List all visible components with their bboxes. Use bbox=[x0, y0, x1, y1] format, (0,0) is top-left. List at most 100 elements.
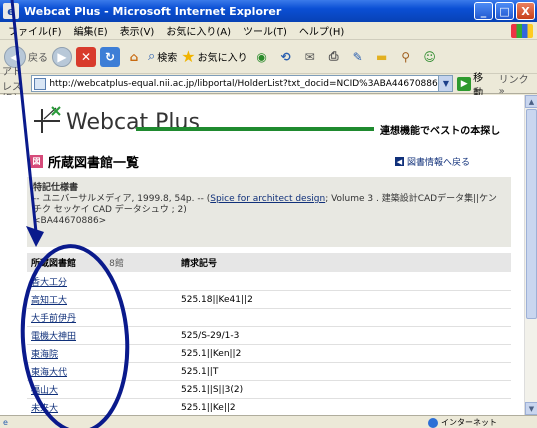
library-link[interactable]: 東海院 bbox=[31, 350, 58, 360]
menu-bar: ファイル(F) 編集(E) 表示(V) お気に入り(A) ツール(T) ヘルプ(… bbox=[0, 22, 537, 40]
library-link[interactable]: 電機大神田 bbox=[31, 332, 76, 342]
page-title: 図 所蔵図書館一覧 bbox=[30, 152, 139, 171]
favorites-button[interactable]: ★ お気に入り bbox=[181, 47, 247, 66]
edit-icon[interactable]: ✎ bbox=[348, 47, 368, 67]
tagline: 連想機能でベストの本探し bbox=[380, 126, 501, 137]
security-zone: インターネット bbox=[428, 417, 497, 428]
windows-logo-icon bbox=[511, 24, 533, 38]
call-number: 525.1||Ke||2 bbox=[177, 398, 511, 415]
table-row: 未来大 525.1||Ke||2 bbox=[27, 398, 511, 415]
menu-file[interactable]: ファイル(F) bbox=[2, 23, 68, 38]
table-row: 香大工分 bbox=[27, 272, 511, 291]
search-icon: ⌕ bbox=[148, 49, 156, 64]
status-bar: e インターネット bbox=[0, 415, 537, 428]
vertical-scrollbar[interactable]: ▲ ▼ bbox=[524, 95, 537, 415]
chevron-down-icon[interactable]: ▼ bbox=[438, 76, 453, 91]
call-number: 525.1||Ken||2 bbox=[177, 344, 511, 363]
tagline-bar bbox=[136, 127, 374, 131]
holdings-table: 所蔵図書館 8館 請求記号 香大工分 高知工大 525.18||Ke41||2 大… bbox=[27, 253, 511, 415]
scroll-down-icon[interactable]: ▼ bbox=[525, 402, 537, 415]
folder-icon[interactable]: ▬ bbox=[372, 47, 392, 67]
col-library: 所蔵図書館 8館 bbox=[27, 253, 177, 273]
call-number: 525.1||T bbox=[177, 362, 511, 381]
col-callno: 請求記号 bbox=[177, 253, 511, 273]
address-bar: アドレス(D) http://webcatplus-equal.nii.ac.j… bbox=[0, 67, 537, 104]
research-icon[interactable]: ⚲ bbox=[396, 47, 416, 67]
menu-view[interactable]: 表示(V) bbox=[114, 23, 161, 38]
media-icon[interactable]: ◉ bbox=[252, 47, 272, 67]
page-icon bbox=[34, 77, 47, 90]
table-row: 大手前伊丹 bbox=[27, 308, 511, 327]
library-link[interactable]: 未来大 bbox=[31, 404, 58, 414]
links-button[interactable]: リンク » bbox=[499, 71, 537, 97]
library-count: 8館 bbox=[109, 259, 124, 269]
zone-label: インターネット bbox=[441, 418, 497, 427]
globe-icon bbox=[428, 417, 438, 428]
print-icon[interactable]: ⎙ bbox=[324, 47, 344, 67]
refresh-icon[interactable]: ↻ bbox=[100, 46, 120, 67]
library-link[interactable]: 香大工分 bbox=[31, 278, 67, 288]
forward-button[interactable]: ▶ bbox=[52, 46, 72, 67]
call-number: 525.18||Ke41||2 bbox=[177, 290, 511, 309]
mail-icon[interactable]: ✉ bbox=[300, 47, 320, 67]
back-link-label: 図書情報へ戻る bbox=[407, 158, 471, 168]
history-icon[interactable]: ⟲ bbox=[276, 47, 296, 67]
table-row: 東海大代 525.1||T bbox=[27, 362, 511, 381]
table-row: 高知工大 525.18||Ke41||2 bbox=[27, 290, 511, 309]
table-row: 東海院 525.1||Ken||2 bbox=[27, 344, 511, 363]
logo-mark-icon bbox=[34, 106, 61, 133]
page-done-icon: e bbox=[3, 417, 8, 427]
library-link[interactable]: 福山大 bbox=[31, 386, 58, 396]
address-url: http://webcatplus-equal.nii.ac.jp/libpor… bbox=[49, 78, 438, 89]
table-header-row: 所蔵図書館 8館 請求記号 bbox=[27, 253, 511, 273]
address-input[interactable]: http://webcatplus-equal.nii.ac.jp/libpor… bbox=[31, 75, 454, 92]
book-info-prefix: -- ユニバーサルメディア, 1999.8, 54p. -- ( bbox=[33, 194, 211, 204]
book-id: <BA44670886> bbox=[33, 216, 107, 226]
library-link[interactable]: 大手前伊丹 bbox=[31, 314, 76, 324]
scroll-thumb[interactable] bbox=[526, 109, 537, 319]
book-details: -- ユニバーサルメディア, 1999.8, 54p. -- (Spice fo… bbox=[33, 194, 505, 216]
arrow-left-icon: ◀ bbox=[395, 157, 404, 166]
page-viewport: Webcat Plus 連想機能でベストの本探し 図 所蔵図書館一覧 ◀ 図書情… bbox=[0, 95, 524, 415]
go-label: 移動 bbox=[473, 72, 484, 99]
call-number: 525.1||S||3(2) bbox=[177, 380, 511, 399]
library-link[interactable]: 東海大代 bbox=[31, 368, 67, 378]
col-library-label: 所蔵図書館 bbox=[31, 259, 77, 269]
page-title-text: 所蔵図書館一覧 bbox=[48, 156, 140, 171]
favorites-label: お気に入り bbox=[197, 53, 248, 64]
window-controls: _ □ X bbox=[474, 2, 535, 20]
call-number bbox=[177, 308, 511, 327]
series-link[interactable]: Spice for architect design bbox=[210, 194, 325, 204]
menu-edit[interactable]: 編集(E) bbox=[68, 23, 114, 38]
home-icon[interactable]: ⌂ bbox=[124, 47, 144, 67]
call-number: 525/S-29/1-3 bbox=[177, 326, 511, 345]
title-bar: e Webcat Plus - Microsoft Internet Explo… bbox=[0, 0, 537, 22]
stop-icon[interactable]: ✕ bbox=[76, 46, 96, 67]
menu-tools[interactable]: ツール(T) bbox=[237, 23, 293, 38]
ie-icon: e bbox=[3, 3, 19, 19]
close-button[interactable]: X bbox=[516, 2, 535, 20]
window-title: Webcat Plus - Microsoft Internet Explore… bbox=[24, 4, 282, 18]
menu-help[interactable]: ヘルプ(H) bbox=[293, 23, 350, 38]
book-info-box: 特記仕様書 -- ユニバーサルメディア, 1999.8, 54p. -- (Sp… bbox=[27, 177, 511, 247]
table-row: 電機大神田 525/S-29/1-3 bbox=[27, 326, 511, 345]
go-arrow-icon: ▶ bbox=[457, 76, 472, 91]
messenger-icon[interactable]: ☺ bbox=[420, 47, 440, 67]
scroll-up-icon[interactable]: ▲ bbox=[525, 95, 537, 108]
call-number bbox=[177, 272, 511, 291]
table-row: 福山大 525.1||S||3(2) bbox=[27, 380, 511, 399]
star-icon: ★ bbox=[181, 47, 196, 66]
back-label: 戻る bbox=[28, 53, 48, 64]
maximize-button[interactable]: □ bbox=[495, 2, 514, 20]
search-button[interactable]: ⌕ 検索 bbox=[148, 49, 177, 64]
library-icon: 図 bbox=[30, 155, 43, 168]
toolbar: ◀ 戻る ▶ ✕ ↻ ⌂ ⌕ 検索 ★ お気に入り ◉ ⟲ ✉ ⎙ ✎ ▬ ⚲ … bbox=[0, 40, 537, 74]
menu-favorites[interactable]: お気に入り(A) bbox=[160, 23, 237, 38]
library-link[interactable]: 高知工大 bbox=[31, 296, 67, 306]
brand-name: Webcat Plus bbox=[66, 110, 200, 135]
go-button[interactable]: ▶ 移動 bbox=[457, 69, 492, 99]
minimize-button[interactable]: _ bbox=[474, 2, 493, 20]
back-to-book-link[interactable]: ◀ 図書情報へ戻る bbox=[395, 155, 470, 168]
book-title: 特記仕様書 bbox=[33, 183, 79, 193]
search-label: 検索 bbox=[157, 53, 178, 64]
